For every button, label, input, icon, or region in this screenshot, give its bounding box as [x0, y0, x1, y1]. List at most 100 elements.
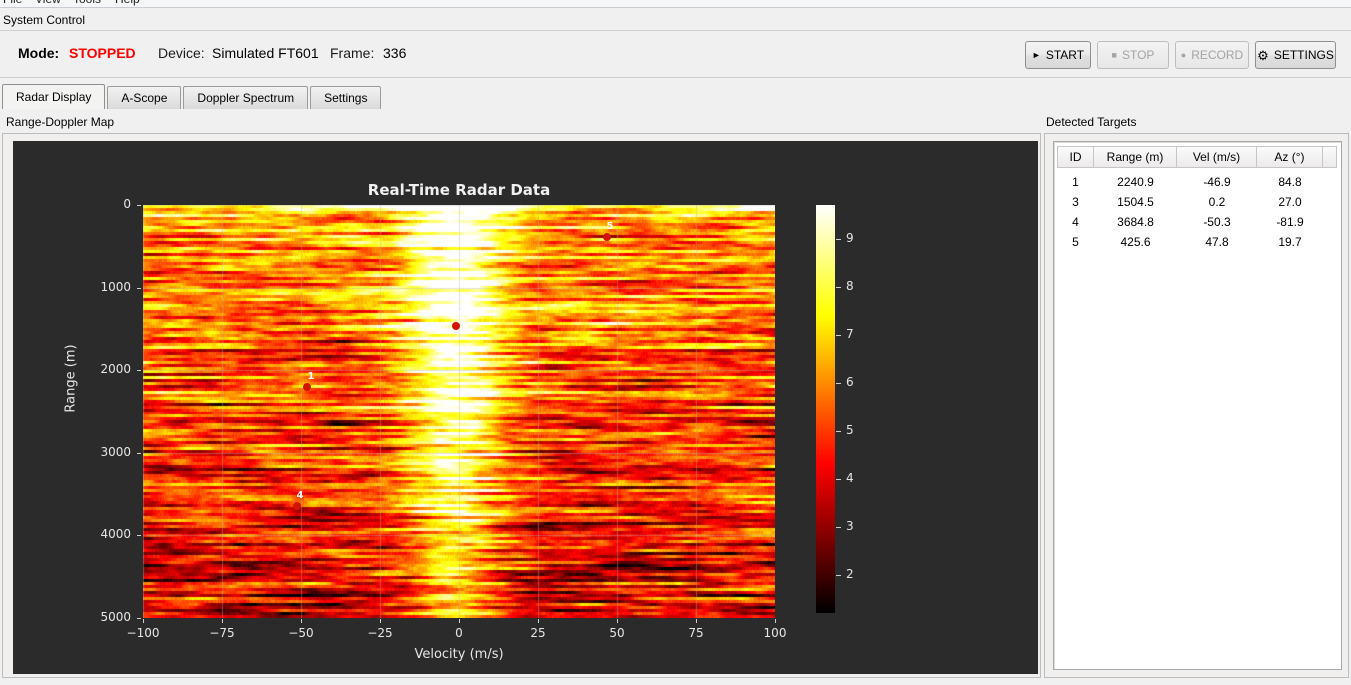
- y-tick-label: 1000: [100, 280, 131, 294]
- system-control-group-title: System Control: [3, 13, 86, 27]
- colorbar-tick-label: 4: [846, 471, 854, 485]
- table-cell[interactable]: 0.2: [1177, 192, 1257, 212]
- start-button[interactable]: ► START: [1025, 41, 1091, 69]
- x-tick-label: 0: [455, 626, 463, 640]
- mode-label: Mode:: [18, 45, 60, 61]
- colorbar-tick-label: 6: [846, 375, 854, 389]
- mode-status-value: STOPPED: [69, 45, 136, 61]
- x-tick-mark: [538, 619, 539, 623]
- colorbar: [816, 205, 835, 613]
- colorbar-tick-label: 9: [846, 231, 854, 245]
- table-cell[interactable]: 3684.8: [1094, 212, 1177, 232]
- tab-settings[interactable]: Settings: [310, 86, 382, 109]
- colorbar-tick-mark: [836, 383, 841, 384]
- colorbar-tick-label: 7: [846, 327, 854, 341]
- target-marker-1: [303, 383, 311, 391]
- y-tick-label: 5000: [100, 610, 131, 624]
- table-cell[interactable]: 19.7: [1257, 232, 1323, 252]
- menu-item-help[interactable]: Help: [115, 0, 140, 7]
- y-axis-label: Range (m): [63, 344, 79, 413]
- stop-button: ■ STOP: [1097, 41, 1169, 69]
- menu-item-file[interactable]: File: [3, 0, 22, 7]
- x-tick-mark: [301, 619, 302, 623]
- x-axis-label: Velocity (m/s): [414, 647, 504, 662]
- x-tick-mark: [617, 619, 618, 623]
- button-label: STOP: [1121, 48, 1155, 62]
- table-cell[interactable]: 3: [1057, 192, 1094, 212]
- column-header-range[interactable]: Range (m): [1094, 146, 1177, 168]
- x-tick-label: 25: [530, 626, 546, 640]
- detected-targets-table[interactable]: ID Range (m) Vel (m/s) Az (°) 1 2240.9 -46.9 84…: [1053, 141, 1342, 670]
- colorbar-tick-mark: [836, 479, 841, 480]
- x-tick-mark: [143, 619, 144, 623]
- menu-item-tools[interactable]: Tools: [73, 0, 101, 7]
- target-marker-label-5: 5: [606, 221, 614, 232]
- table-cell[interactable]: -81.9: [1257, 212, 1323, 232]
- range-doppler-figure: Real-Time Radar Data Velocity (m/s) Rang…: [13, 141, 1038, 674]
- tab-doppler-spectrum[interactable]: Doppler Spectrum: [183, 86, 309, 109]
- colorbar-tick-mark: [836, 575, 841, 576]
- target-marker-label-1: 1: [307, 371, 315, 382]
- y-tick-mark: [137, 535, 141, 536]
- y-tick-mark: [137, 288, 141, 289]
- button-label: START: [1045, 48, 1085, 62]
- table-cell[interactable]: 425.6: [1094, 232, 1177, 252]
- y-tick-mark: [137, 370, 141, 371]
- table-cell[interactable]: 1504.5: [1094, 192, 1177, 212]
- table-cell[interactable]: 84.8: [1257, 172, 1323, 192]
- table-cell[interactable]: 2240.9: [1094, 172, 1177, 192]
- range-doppler-map-group-title: Range-Doppler Map: [6, 115, 115, 129]
- colorbar-tick-mark: [836, 527, 841, 528]
- y-tick-mark: [137, 453, 141, 454]
- table-cell[interactable]: 5: [1057, 232, 1094, 252]
- device-label: Device:: [158, 45, 205, 61]
- colorbar-tick-mark: [836, 239, 841, 240]
- colorbar-tick-label: 8: [846, 279, 854, 293]
- x-tick-label: 100: [763, 626, 787, 640]
- tab-a-scope[interactable]: A-Scope: [107, 86, 182, 109]
- table-cell[interactable]: 47.8: [1177, 232, 1257, 252]
- table-cell[interactable]: 1: [1057, 172, 1094, 192]
- frame-label: Frame:: [330, 45, 375, 61]
- settings-button[interactable]: ⚙ SETTINGS: [1255, 41, 1336, 69]
- target-marker-4: [293, 502, 301, 510]
- table-cell[interactable]: 4: [1057, 212, 1094, 232]
- target-marker-label-4: 4: [296, 490, 304, 501]
- column-header-vel[interactable]: Vel (m/s): [1177, 146, 1257, 168]
- chart-title: Real-Time Radar Data: [367, 181, 551, 199]
- x-tick-label: 50: [609, 626, 625, 640]
- menu-bar: File View Tools Help: [0, 0, 1351, 8]
- gear-icon: ⚙: [1257, 47, 1269, 63]
- colorbar-tick-label: 2: [846, 567, 854, 581]
- y-tick-label: 0: [123, 197, 131, 211]
- target-marker-3: [452, 322, 460, 330]
- menu-item-view[interactable]: View: [35, 0, 61, 7]
- table-cell[interactable]: -50.3: [1177, 212, 1257, 232]
- column-header-az[interactable]: Az (°): [1257, 146, 1323, 168]
- column-header-filler: [1323, 146, 1337, 168]
- table-cell[interactable]: -46.9: [1177, 172, 1257, 192]
- stop-icon: ■: [1111, 49, 1117, 60]
- button-label: RECORD: [1191, 48, 1244, 62]
- play-icon: ►: [1031, 49, 1041, 60]
- tab-radar-display[interactable]: Radar Display: [2, 84, 106, 109]
- column-header-id[interactable]: ID: [1057, 146, 1094, 168]
- y-tick-mark: [137, 618, 141, 619]
- x-tick-label: −75: [209, 626, 235, 640]
- table-cell[interactable]: 27.0: [1257, 192, 1323, 212]
- frame-counter-value: 336: [383, 45, 407, 61]
- record-button: ● RECORD: [1175, 41, 1249, 69]
- x-tick-mark: [222, 619, 223, 623]
- target-marker-label-3: 3: [456, 310, 464, 321]
- colorbar-tick-mark: [836, 287, 841, 288]
- control-button-row: ► START ■ STOP ● RECORD ⚙ SETTINGS: [1025, 41, 1336, 69]
- y-tick-label: 4000: [100, 527, 131, 541]
- y-tick-mark: [137, 205, 141, 206]
- detected-targets-group-title: Detected Targets: [1046, 115, 1137, 129]
- x-tick-mark: [775, 619, 776, 623]
- x-tick-mark: [459, 619, 460, 623]
- y-tick-label: 2000: [100, 362, 131, 376]
- x-tick-label: 75: [688, 626, 704, 640]
- colorbar-tick-mark: [836, 431, 841, 432]
- colorbar-tick-mark: [836, 335, 841, 336]
